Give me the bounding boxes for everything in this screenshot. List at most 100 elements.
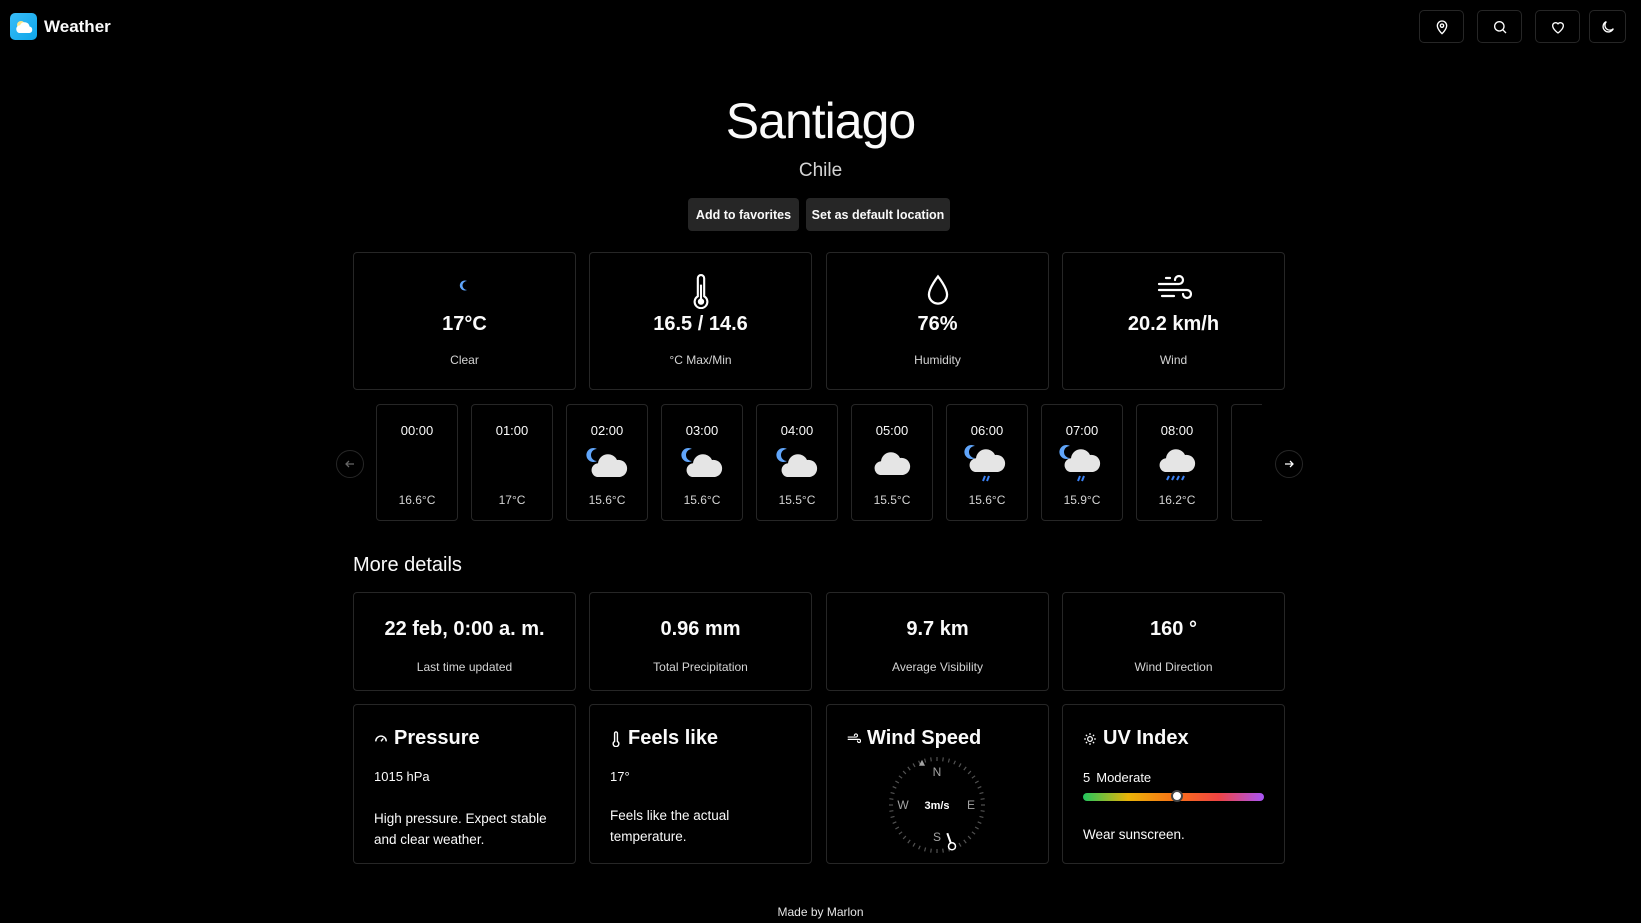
set-default-location-button[interactable]: Set as default location <box>806 198 950 231</box>
hourly-forecast-item: 01:00 17°C <box>471 404 553 521</box>
moon-cloud-rain-icon <box>947 443 1027 483</box>
wind-label: Wind <box>1159 353 1188 367</box>
precipitation-label: Total Precipitation <box>653 660 748 674</box>
visibility-label: Average Visibility <box>892 660 983 674</box>
search-button[interactable] <box>1477 10 1522 43</box>
hourly-forecast-item: 02:00 15.6°C <box>566 404 648 521</box>
precipitation-card: 0.96 mm Total Precipitation <box>589 592 812 691</box>
hour-temp: 1 <box>1232 493 1262 507</box>
uv-title: UV Index <box>1103 727 1189 749</box>
sun-icon <box>1084 732 1096 745</box>
hour-temp: 16.2°C <box>1158 493 1196 507</box>
more-details-title: More details <box>353 554 462 576</box>
favorites-button[interactable] <box>1535 10 1580 43</box>
theme-toggle-button[interactable] <box>1589 10 1626 43</box>
maxmin-card: 16.5 / 14.6 °C Max/Min <box>589 252 812 390</box>
hour-temp: 16.6°C <box>398 493 436 507</box>
hour-time: 06:00 <box>970 423 1004 438</box>
hour-time: 04:00 <box>780 423 814 438</box>
uv-description: Wear sunscreen. <box>1083 827 1185 842</box>
current-temp-value: 17°C <box>442 313 487 335</box>
hour-time: 01:00 <box>495 423 529 438</box>
maxmin-label: °C Max/Min <box>669 353 732 367</box>
pressure-description: High pressure. Expect stable and clear w… <box>374 811 547 847</box>
city-name: Santiago <box>725 93 916 149</box>
arrow-left-icon <box>345 460 354 468</box>
moon-icon <box>1232 443 1262 483</box>
heart-icon <box>1551 21 1564 34</box>
compass-west-label: W <box>897 798 909 812</box>
brand[interactable]: Weather <box>10 13 111 40</box>
wind-icon <box>1063 273 1284 305</box>
wind-speed-title: Wind Speed <box>867 727 982 749</box>
last-updated-card: 22 feb, 0:00 a. m. Last time updated <box>353 592 576 691</box>
cloud-icon <box>852 443 932 483</box>
hour-temp: 15.6°C <box>588 493 626 507</box>
hourly-forecast-item: 00:00 16.6°C <box>376 404 458 521</box>
humidity-card: 76% Humidity <box>826 252 1049 390</box>
thermometer-icon <box>590 273 811 309</box>
moon-icon <box>1601 20 1614 33</box>
hour-temp: 15.6°C <box>683 493 721 507</box>
top-nav: Weather <box>0 0 1641 54</box>
hourly-forecast-item: 06:00 15.6°C <box>946 404 1028 521</box>
maxmin-value: 16.5 / 14.6 <box>653 313 748 335</box>
footer-credit: Made by Marlon <box>777 905 864 919</box>
uv-index-card: UV Index 5 Moderate Wear sunscreen. <box>1062 704 1285 864</box>
search-icon <box>1493 20 1506 33</box>
moon-cloud-icon <box>757 443 837 483</box>
wind-speed-card: Wind Speed N E S W 3m/s <box>826 704 1049 864</box>
feels-like-value: 17° <box>610 769 630 784</box>
moon-icon <box>354 273 575 299</box>
last-updated-value: 22 feb, 0:00 a. m. <box>384 618 545 640</box>
wind-direction-value: 160 ° <box>1150 618 1197 640</box>
compass-south-label: S <box>933 830 941 844</box>
pressure-card: Pressure 1015 hPa High pressure. Expect … <box>353 704 576 864</box>
carousel-prev-button[interactable] <box>336 450 364 478</box>
hourly-forecast-item: 08:00 16.2°C <box>1136 404 1218 521</box>
hour-temp: 17°C <box>498 493 526 507</box>
last-updated-label: Last time updated <box>416 660 513 674</box>
carousel-next-button[interactable] <box>1275 450 1303 478</box>
feels-like-card: Feels like 17° Feels like the actual tem… <box>589 704 812 864</box>
hour-time: 03:00 <box>685 423 719 438</box>
hour-temp: 15.6°C <box>968 493 1006 507</box>
gauge-icon <box>375 734 387 742</box>
cloud-rain-icon <box>1137 443 1217 483</box>
compass-north-label: N <box>933 765 942 779</box>
droplet-icon <box>827 273 1048 307</box>
wind-value: 20.2 km/h <box>1127 313 1220 335</box>
wind-icon <box>847 732 861 743</box>
wind-card: 20.2 km/h Wind <box>1062 252 1285 390</box>
hourly-forecast-item: 07:00 15.9°C <box>1041 404 1123 521</box>
wind-compass: N E S W 3m/s <box>889 757 985 853</box>
hourly-forecast-item: 03:00 15.6°C <box>661 404 743 521</box>
hour-time: 08:00 <box>1160 423 1194 438</box>
add-to-favorites-button[interactable]: Add to favorites <box>688 198 799 231</box>
hourly-carousel[interactable]: 00:00 16.6°C 01:00 17°C 02:00 15.6°C 03:00 15.6… <box>376 404 1262 522</box>
hour-temp: 15.5°C <box>873 493 911 507</box>
current-temp-label: Clear <box>450 353 479 367</box>
location-pin-icon <box>1436 19 1447 35</box>
precipitation-value: 0.96 mm <box>660 618 741 640</box>
wind-speed-value: 3m/s <box>924 800 949 812</box>
weather-logo-icon <box>10 13 37 40</box>
feels-like-title: Feels like <box>628 727 719 749</box>
pressure-value: 1015 hPa <box>374 769 430 784</box>
visibility-value: 9.7 km <box>906 618 969 640</box>
hourly-forecast-item: 04:00 15.5°C <box>756 404 838 521</box>
visibility-card: 9.7 km Average Visibility <box>826 592 1049 691</box>
uv-level: Moderate <box>1096 770 1152 785</box>
wind-direction-card: 160 ° Wind Direction <box>1062 592 1285 691</box>
current-temp-card: 17°C Clear <box>353 252 576 390</box>
hour-time: 0 <box>1232 423 1262 438</box>
moon-cloud-icon <box>567 443 647 483</box>
hour-time: 02:00 <box>590 423 624 438</box>
thermometer-icon <box>612 730 620 747</box>
uv-indicator <box>1171 790 1184 802</box>
country-name: Chile <box>798 160 843 181</box>
moon-icon <box>472 443 552 483</box>
wind-direction-label: Wind Direction <box>1134 660 1213 674</box>
location-button[interactable] <box>1419 10 1464 43</box>
pressure-title: Pressure <box>394 727 480 749</box>
